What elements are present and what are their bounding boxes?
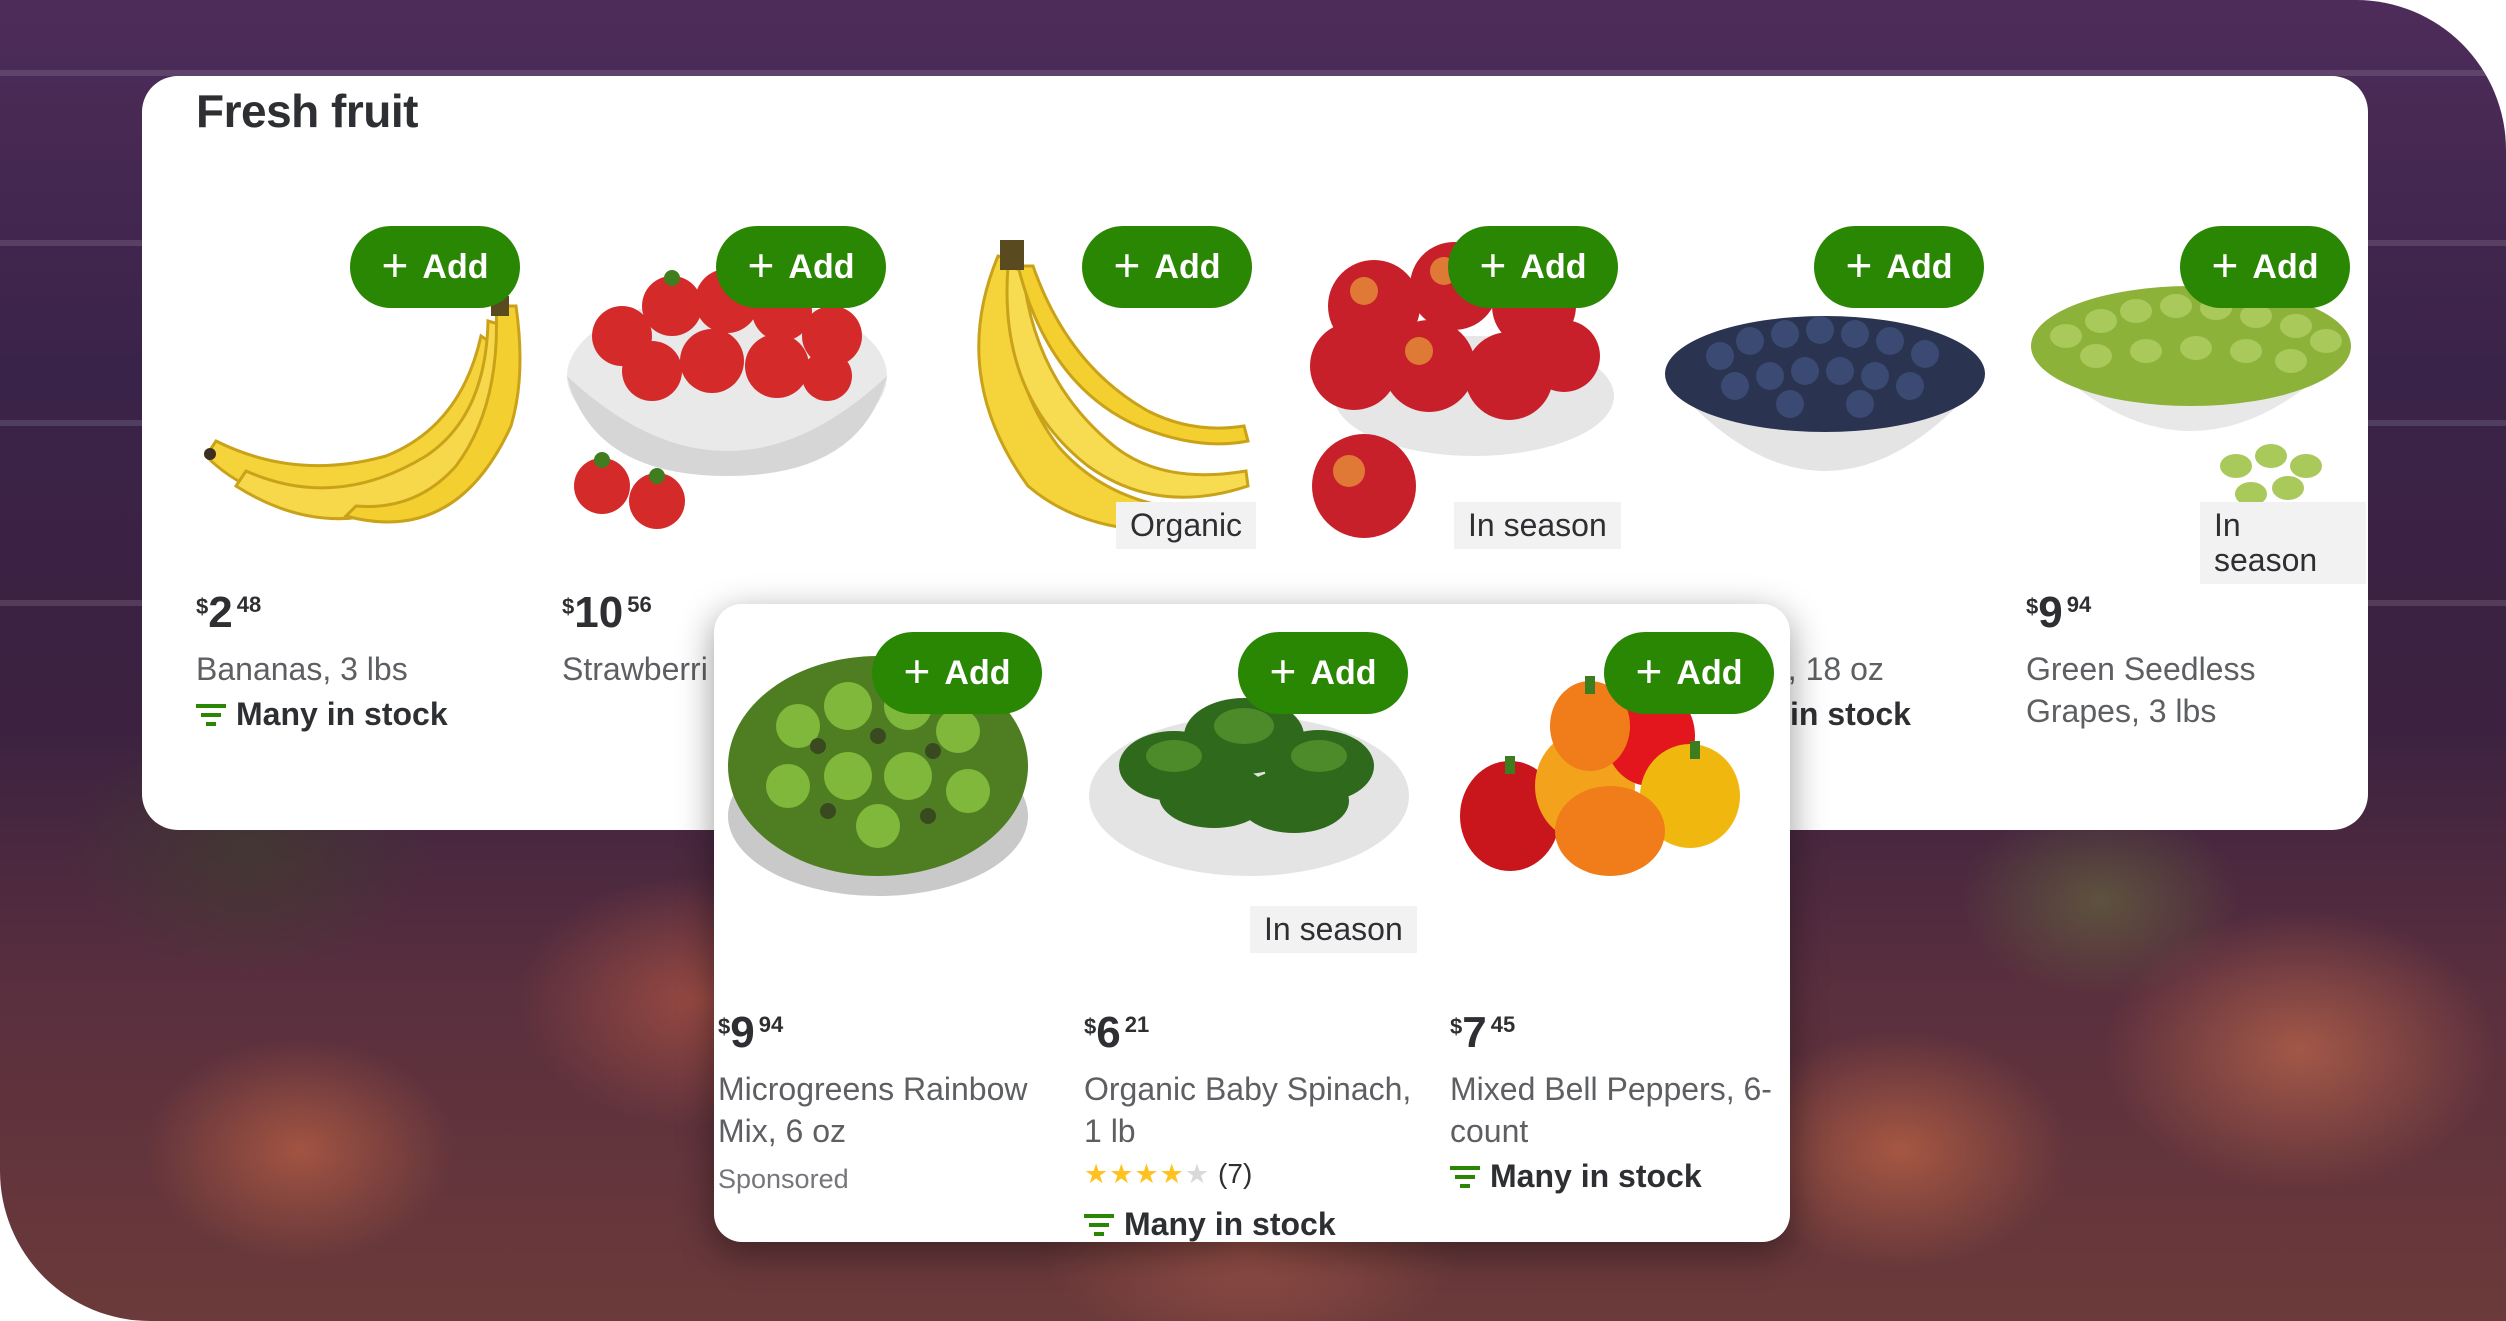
product-price: $2 48 — [196, 588, 262, 637]
add-button[interactable]: + Add — [1082, 226, 1252, 308]
product-name: Microgreens Rainbow Mix, 6 oz — [718, 1071, 1028, 1149]
product-price: $10 56 — [562, 588, 652, 637]
product-rating[interactable]: ★★★★★ (7) — [1084, 1158, 1252, 1190]
plus-icon: + — [381, 239, 409, 291]
plus-icon: + — [1113, 239, 1141, 291]
product-price: $7 45 — [1450, 1008, 1516, 1057]
stock-status: Many in stock — [196, 696, 448, 733]
stock-status: Many in stock — [1084, 1206, 1336, 1242]
add-button[interactable]: + Add — [350, 226, 520, 308]
plus-icon: + — [2211, 239, 2239, 291]
add-button[interactable]: + Add — [872, 632, 1042, 714]
plus-icon: + — [747, 239, 775, 291]
rating-count: (7) — [1218, 1158, 1253, 1189]
add-button[interactable]: + Add — [1238, 632, 1408, 714]
product-name: Mixed Bell Peppers, 6-count — [1450, 1071, 1772, 1149]
products-popup: + Add $9 94 Microgreens Rainbow Mix, 6 oz… — [714, 604, 1790, 1242]
add-button[interactable]: + Add — [1814, 226, 1984, 308]
in-season-badge: In season — [2200, 502, 2366, 585]
stock-filter-icon — [196, 703, 226, 726]
product-name: Organic Baby Spinach, 1 lb — [1084, 1071, 1412, 1149]
product-price: $9 94 — [2026, 588, 2092, 637]
stock-filter-icon — [1084, 1213, 1114, 1236]
add-button[interactable]: + Add — [1448, 226, 1618, 308]
plus-icon: + — [1269, 645, 1297, 697]
sponsored-label: Sponsored — [718, 1164, 849, 1194]
add-button[interactable]: + Add — [1604, 632, 1774, 714]
plus-icon: + — [1845, 239, 1873, 291]
plus-icon: + — [1479, 239, 1507, 291]
stock-filter-icon — [1450, 1165, 1480, 1188]
add-button[interactable]: + Add — [2180, 226, 2350, 308]
in-season-badge: In season — [1454, 502, 1621, 550]
star-icon: ★★★★★ — [1084, 1158, 1211, 1189]
plus-icon: + — [1635, 645, 1663, 697]
stock-status: in stock — [1790, 696, 1911, 732]
product-name: Bananas, 3 lbs — [196, 651, 408, 687]
in-season-badge: In season — [1250, 906, 1417, 954]
section-title: Fresh fruit — [196, 85, 418, 137]
product-name: Green Seedless Grapes, 3 lbs — [2026, 651, 2256, 729]
plus-icon: + — [903, 645, 931, 697]
product-name: es, 18 oz — [1754, 651, 1884, 687]
product-price: $6 21 — [1084, 1008, 1150, 1057]
stock-status: Many in stock — [1450, 1158, 1702, 1195]
product-price: $9 94 — [718, 1008, 784, 1057]
organic-badge: Organic — [1116, 502, 1257, 550]
add-button[interactable]: + Add — [716, 226, 886, 308]
